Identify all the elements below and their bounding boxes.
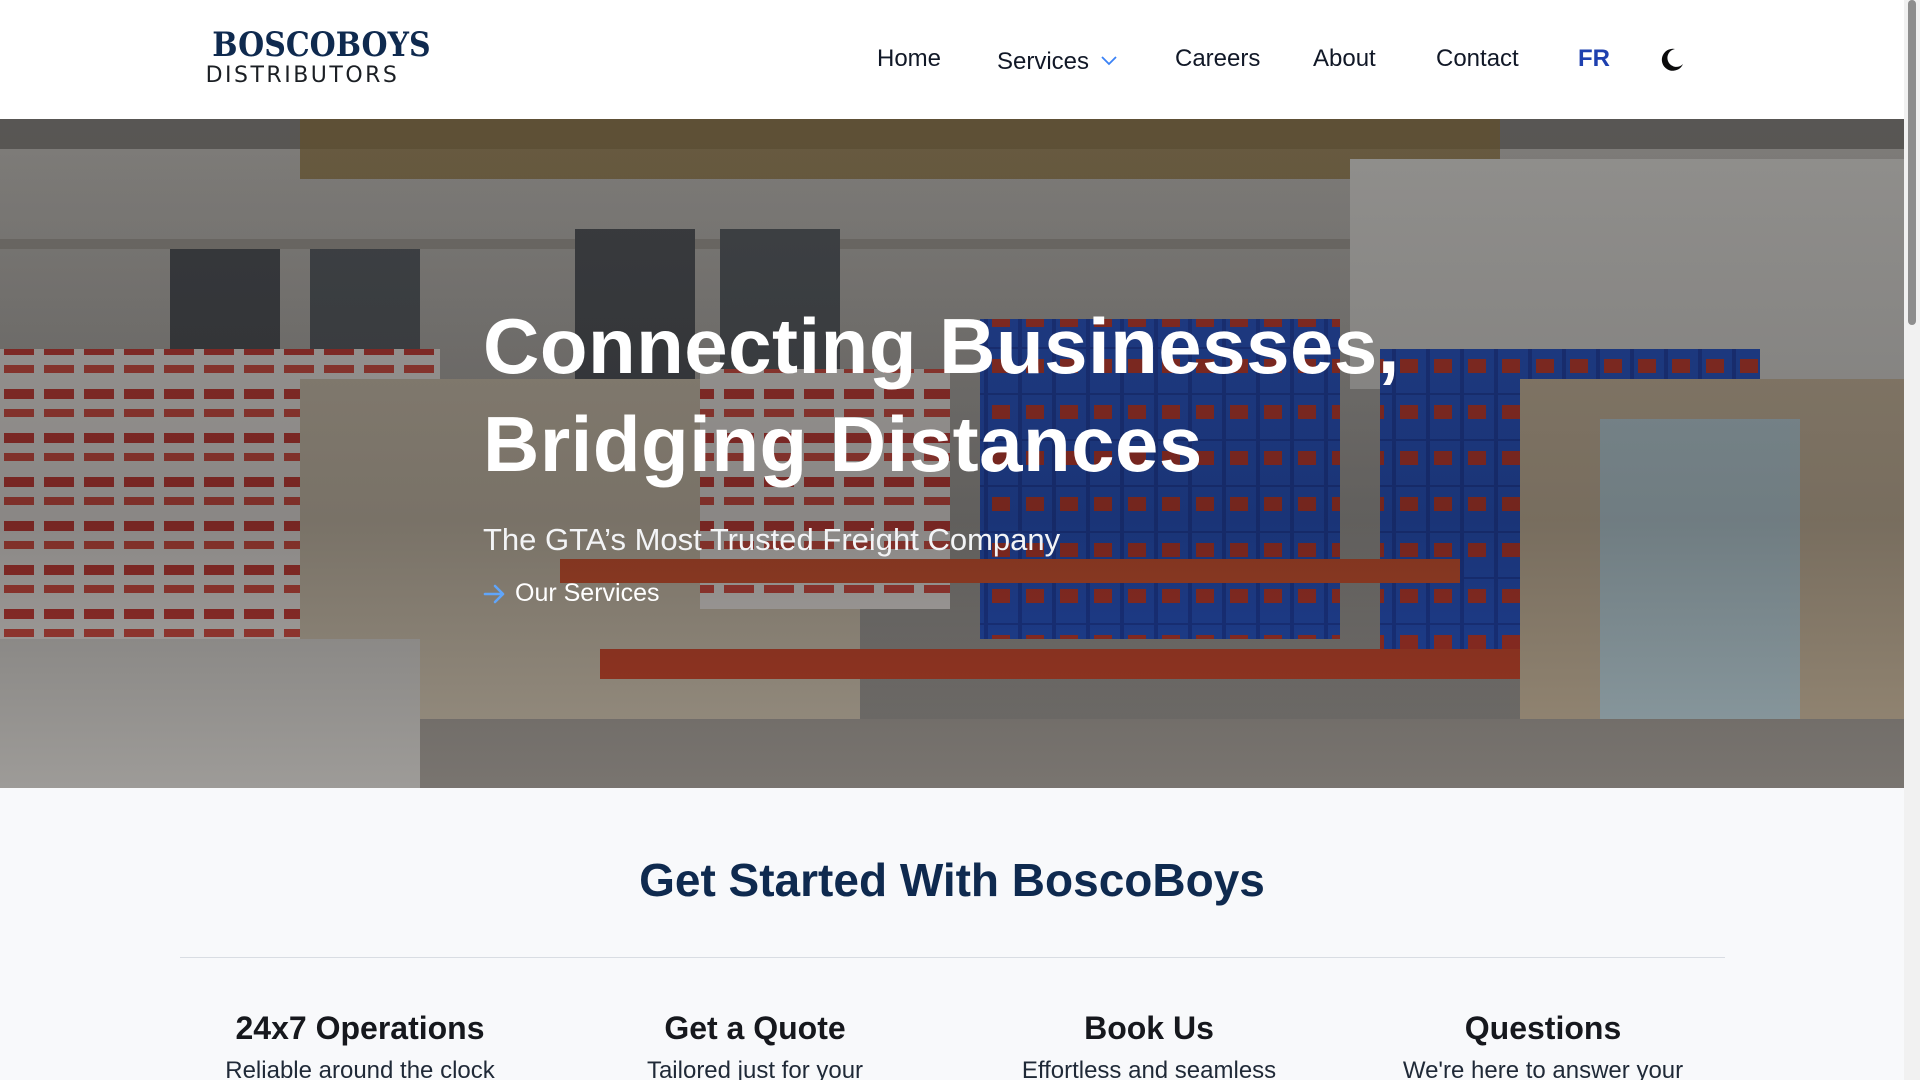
chevron-down-icon (1101, 44, 1117, 74)
our-services-link[interactable]: Our Services (483, 579, 659, 608)
moon-icon[interactable] (1658, 46, 1686, 74)
hero-title: Connecting Businesses, Bridging Distance… (483, 297, 1583, 493)
site-header: BOSCOBOYS DISTRIBUTORS Home Services Car… (0, 0, 1904, 119)
nav-services-label: Services (997, 48, 1090, 75)
card-text: We're here to answer your (1402, 1057, 1684, 1080)
hero-title-line-1: Connecting Businesses, (483, 302, 1400, 390)
card-operations[interactable]: 24x7 Operations Reliable around the cloc… (180, 1006, 540, 1080)
card-questions[interactable]: Questions We're here to answer your (1363, 1006, 1723, 1080)
our-services-label: Our Services (515, 579, 660, 607)
language-toggle[interactable]: FR (1578, 44, 1610, 74)
nav-home[interactable]: Home (877, 44, 941, 74)
card-book[interactable]: Book Us Effortless and seamless (969, 1006, 1329, 1080)
hero-content: Connecting Businesses, Bridging Distance… (483, 297, 1583, 609)
card-title: 24x7 Operations (235, 1010, 485, 1046)
card-title: Questions (1464, 1010, 1622, 1046)
card-title: Get a Quote (664, 1010, 846, 1046)
hero-subtitle: The GTA’s Most Trusted Freight Company (483, 522, 1061, 557)
hero-section: Connecting Businesses, Bridging Distance… (0, 119, 1904, 788)
hero-title-line-2: Bridging Distances (483, 400, 1203, 488)
page-scrollbar[interactable] (1904, 0, 1920, 1080)
arrow-right-icon (483, 584, 505, 603)
nav-contact[interactable]: Contact (1436, 44, 1519, 74)
card-title: Book Us (1084, 1010, 1214, 1046)
card-quote[interactable]: Get a Quote Tailored just for your (575, 1006, 935, 1080)
nav-about[interactable]: About (1313, 44, 1376, 74)
card-text: Reliable around the clock (225, 1057, 495, 1080)
get-started-title: Get Started With BoscoBoys (639, 854, 1265, 906)
card-text: Effortless and seamless (1021, 1057, 1277, 1080)
nav-careers[interactable]: Careers (1175, 44, 1260, 74)
main-nav: Home Services Careers About Contact FR (0, 0, 1904, 119)
nav-services[interactable]: Services (997, 44, 1117, 77)
scrollbar-thumb[interactable] (1908, 0, 1916, 325)
section-divider (180, 957, 1725, 958)
card-text: Tailored just for your (646, 1057, 864, 1080)
